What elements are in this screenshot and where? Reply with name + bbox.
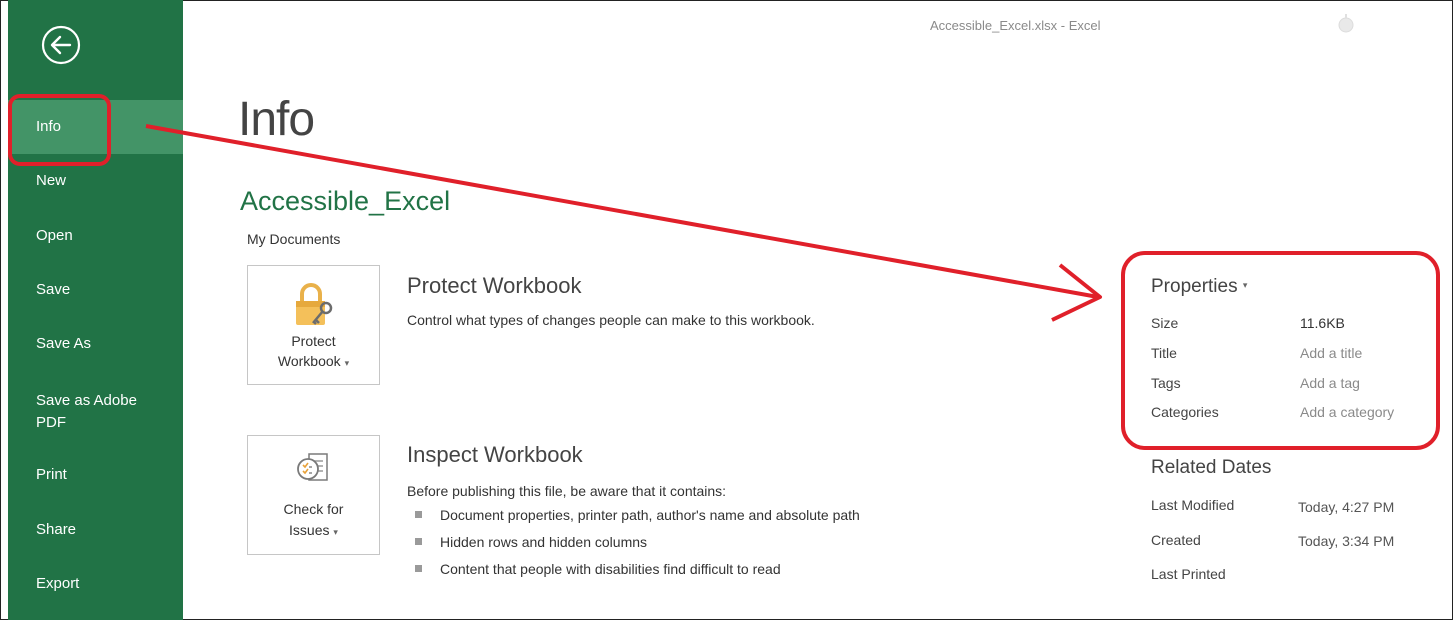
date-label: Created <box>1151 532 1201 548</box>
nav-save[interactable]: Save <box>8 281 183 298</box>
protect-workbook-heading: Protect Workbook <box>407 273 582 298</box>
protect-tile-label: Workbook <box>277 353 341 369</box>
inspect-bullet-text: Document properties, printer path, autho… <box>440 507 860 523</box>
dropdown-arrow-icon: ▾ <box>344 358 350 368</box>
bullet-square-icon <box>415 510 422 518</box>
inspect-bullet-text: Content that people with disabilities fi… <box>440 561 781 577</box>
date-label: Last Modified <box>1151 497 1235 513</box>
nav-share-label: Share <box>36 521 77 538</box>
protect-workbook-button[interactable]: Protect Workbook ▾ <box>247 265 380 385</box>
protect-tile-line1: Protect <box>291 333 336 349</box>
dropdown-arrow-icon: ▾ <box>1242 280 1248 290</box>
issues-tile-label: Issues <box>289 522 330 538</box>
property-value-title[interactable]: Add a title <box>1300 345 1362 361</box>
nav-save-as-adobe-pdf-label: Save as Adobe PDF <box>36 392 137 431</box>
nav-print[interactable]: Print <box>8 466 183 483</box>
nav-export-label: Export <box>36 575 80 592</box>
bullet-square-icon <box>415 537 422 545</box>
window-title: Accessible_Excel.xlsx - Excel <box>930 18 1101 33</box>
inspect-workbook-description: Before publishing this file, be aware th… <box>407 483 727 499</box>
inspect-bullet: Hidden rows and hidden columns <box>415 534 647 550</box>
related-dates-heading: Related Dates <box>1151 457 1272 478</box>
inspect-workbook-heading: Inspect Workbook <box>407 442 583 467</box>
dropdown-arrow-icon: ▾ <box>333 527 338 537</box>
nav-info-label: Info <box>36 118 62 135</box>
date-value-created: Today, 3:34 PM <box>1298 533 1395 549</box>
check-document-icon <box>297 453 328 481</box>
nav-export[interactable]: Export <box>8 575 183 592</box>
nav-save-as-label: Save As <box>36 335 92 352</box>
window-frame <box>0 0 1453 620</box>
document-name: Accessible_Excel <box>240 186 451 216</box>
nav-save-as[interactable]: Save As <box>8 335 183 352</box>
property-value-size: 11.6KB <box>1300 315 1345 331</box>
nav-info[interactable]: Info <box>8 100 183 154</box>
inspect-bullet: Content that people with disabilities fi… <box>415 561 781 577</box>
bullet-square-icon <box>415 564 422 572</box>
nav-print-label: Print <box>36 466 67 483</box>
properties-dropdown[interactable]: Properties ▾ <box>1151 276 1247 298</box>
back-arrow-icon[interactable] <box>40 24 82 66</box>
property-label: Tags <box>1151 375 1181 391</box>
date-label: Last Printed <box>1151 566 1226 582</box>
issues-tile-line2: Issues ▾ <box>248 521 379 542</box>
lock-key-icon <box>296 283 333 325</box>
protect-workbook-description: Control what types of changes people can… <box>407 312 815 328</box>
nav-save-as-adobe-pdf[interactable]: Save as Adobe PDF <box>8 390 158 434</box>
page-title: Info <box>238 93 315 146</box>
property-value-categories[interactable]: Add a category <box>1300 404 1394 420</box>
check-for-issues-button[interactable]: Check for Issues ▾ <box>247 435 380 555</box>
nav-new-label: New <box>36 172 67 189</box>
nav-open[interactable]: Open <box>8 227 183 244</box>
issues-tile-line1: Check for <box>283 501 344 517</box>
nav-open-label: Open <box>36 227 73 244</box>
property-label: Categories <box>1151 404 1219 420</box>
nav-new[interactable]: New <box>8 172 183 189</box>
document-location[interactable]: My Documents <box>247 231 340 247</box>
inspect-bullet: Document properties, printer path, autho… <box>415 507 860 523</box>
property-value-tags[interactable]: Add a tag <box>1300 375 1360 391</box>
smiley-feedback-icon[interactable] <box>1338 14 1354 34</box>
date-value-last-modified: Today, 4:27 PM <box>1298 499 1395 515</box>
nav-share[interactable]: Share <box>8 521 183 538</box>
properties-heading: Properties <box>1151 276 1238 297</box>
property-label: Title <box>1151 345 1177 361</box>
nav-save-label: Save <box>36 281 71 298</box>
protect-tile-line2: Workbook ▾ <box>248 352 379 373</box>
inspect-bullet-text: Hidden rows and hidden columns <box>440 534 648 550</box>
property-label: Size <box>1151 315 1179 331</box>
backstage-sidebar: Info New Open Save Save As Save as Adobe… <box>8 0 183 620</box>
